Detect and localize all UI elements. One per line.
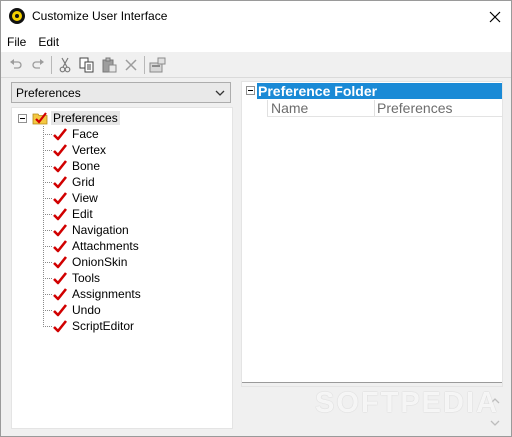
tree-item[interactable]: ScriptEditor (43, 318, 134, 334)
tree-item[interactable]: Vertex (43, 142, 106, 158)
tree-item-label: Edit (72, 207, 93, 221)
check-icon (53, 256, 68, 269)
tree-guide-line (43, 309, 52, 311)
delete-button[interactable] (120, 54, 142, 76)
cut-button[interactable] (54, 54, 76, 76)
tree-guide-line (43, 325, 52, 327)
tree-guide-line (43, 229, 52, 231)
tree-guide-line (43, 149, 52, 151)
tree-root-node[interactable]: Preferences (18, 110, 120, 126)
close-button[interactable] (479, 1, 511, 32)
check-icon (53, 208, 68, 221)
folder-title[interactable]: Preference Folder (257, 83, 502, 99)
check-icon (53, 160, 68, 173)
tree-item[interactable]: Grid (43, 174, 95, 190)
collapse-toggle[interactable] (18, 113, 27, 123)
tree-item-label: Face (72, 127, 99, 141)
tree-item-label: ScriptEditor (72, 319, 135, 333)
properties-button[interactable] (147, 54, 169, 76)
watermark: SOFTPEDIA (315, 387, 499, 419)
tree-item[interactable]: OnionSkin (43, 254, 127, 270)
redo-icon (32, 58, 44, 69)
tree-guide-line (43, 293, 52, 295)
tree-item-label: Vertex (72, 143, 107, 157)
tree-guide-line (43, 213, 52, 215)
column-divider (374, 100, 375, 116)
folder-check-icon (32, 112, 48, 125)
properties-icon (149, 57, 166, 72)
folder-collapse-toggle[interactable] (246, 86, 255, 95)
copy-button[interactable] (76, 54, 98, 76)
check-icon (53, 128, 68, 141)
tree-guide-line (43, 165, 52, 167)
check-icon (53, 224, 68, 237)
tree-item-label: View (72, 191, 98, 205)
tree-item[interactable]: Tools (43, 270, 100, 286)
paste-icon (102, 57, 117, 72)
tree-item[interactable]: View (43, 190, 98, 206)
horizontal-scrollbar[interactable] (242, 382, 502, 386)
tree-guide-line (43, 197, 52, 199)
category-dropdown[interactable]: Preferences (11, 82, 231, 103)
undo-button[interactable] (5, 54, 27, 76)
menu-bar: File Edit (1, 32, 511, 52)
tree-item-label: Tools (72, 271, 101, 285)
toolbar-separator (144, 55, 145, 74)
toolbar (1, 52, 511, 78)
check-icon (53, 288, 68, 301)
header-rule (267, 116, 503, 117)
tree-guide-line (43, 181, 52, 183)
app-icon (9, 8, 25, 24)
tree-item[interactable]: Attachments (43, 238, 139, 254)
tree-item[interactable]: Assignments (43, 286, 141, 302)
menu-file[interactable]: File (1, 32, 32, 52)
check-icon (53, 176, 68, 189)
check-icon (53, 320, 68, 333)
tree-item[interactable]: Bone (43, 158, 100, 174)
tree-item[interactable]: Navigation (43, 222, 129, 238)
check-icon (53, 304, 68, 317)
redo-button[interactable] (27, 54, 49, 76)
check-icon (53, 272, 68, 285)
customize-ui-window: Customize User Interface File Edit Prefe… (0, 0, 512, 437)
tree-guide-line (43, 133, 52, 135)
tree-root-label: Preferences (51, 111, 120, 125)
undo-icon (10, 58, 22, 69)
tree-item-label: Bone (72, 159, 101, 173)
copy-icon (79, 57, 94, 72)
toolbar-separator (51, 55, 52, 74)
tree-item-label: Undo (72, 303, 101, 317)
tree-item[interactable]: Face (43, 126, 99, 142)
detail-panel: Preference Folder Name Preferences (241, 81, 503, 387)
close-icon (489, 11, 501, 22)
column-divider (267, 100, 268, 116)
column-header-name[interactable]: Name (271, 100, 308, 116)
delete-icon (125, 58, 137, 71)
window-title: Customize User Interface (32, 9, 168, 23)
tree-guide-line (43, 245, 52, 247)
chevron-down-icon (215, 90, 225, 96)
tree-guide-line (43, 261, 52, 263)
title-bar: Customize User Interface (1, 1, 511, 32)
tree-item-label: OnionSkin (72, 255, 128, 269)
check-icon (53, 192, 68, 205)
preferences-tree[interactable]: Preferences Face Vertex Bone Grid View Edit Na… (11, 107, 233, 429)
tree-item-label: Grid (72, 175, 95, 189)
tree-item-label: Navigation (72, 223, 129, 237)
cut-icon (59, 57, 71, 72)
check-icon (53, 144, 68, 157)
check-icon (53, 240, 68, 253)
tree-item[interactable]: Edit (43, 206, 93, 222)
tree-guide-line (43, 277, 52, 279)
dropdown-value: Preferences (16, 85, 81, 100)
menu-edit[interactable]: Edit (32, 32, 65, 52)
tree-item[interactable]: Undo (43, 302, 101, 318)
tree-item-label: Attachments (72, 239, 139, 253)
column-header-preferences[interactable]: Preferences (377, 100, 452, 116)
tree-item-label: Assignments (72, 287, 141, 301)
paste-button[interactable] (98, 54, 120, 76)
